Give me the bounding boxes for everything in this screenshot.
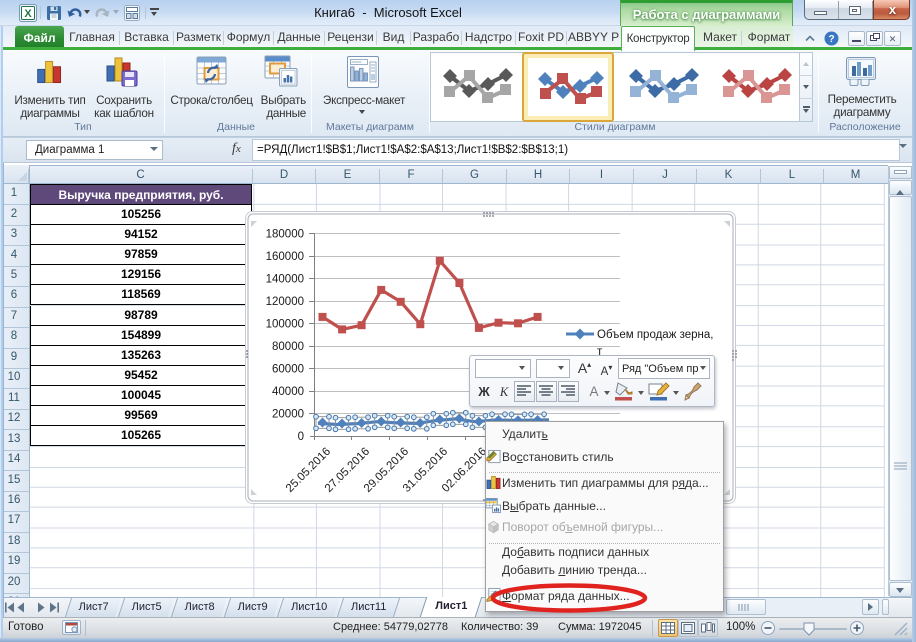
svg-text:0: 0 — [298, 431, 304, 443]
svg-text:?: ? — [828, 34, 834, 45]
svg-text:Объем продаж зерна,: Объем продаж зерна, — [597, 329, 713, 341]
svg-text:X: X — [24, 8, 32, 20]
svg-text:60000: 60000 — [272, 364, 304, 376]
svg-text:80000: 80000 — [272, 341, 304, 353]
svg-text:20000: 20000 — [272, 409, 304, 421]
svg-text:40000: 40000 — [272, 386, 304, 398]
svg-text:160000: 160000 — [266, 251, 304, 263]
svg-text:120000: 120000 — [266, 296, 304, 308]
svg-text:т: т — [597, 346, 603, 358]
svg-text:140000: 140000 — [266, 274, 304, 286]
svg-text:180000: 180000 — [266, 229, 304, 241]
svg-text:100000: 100000 — [266, 319, 304, 331]
